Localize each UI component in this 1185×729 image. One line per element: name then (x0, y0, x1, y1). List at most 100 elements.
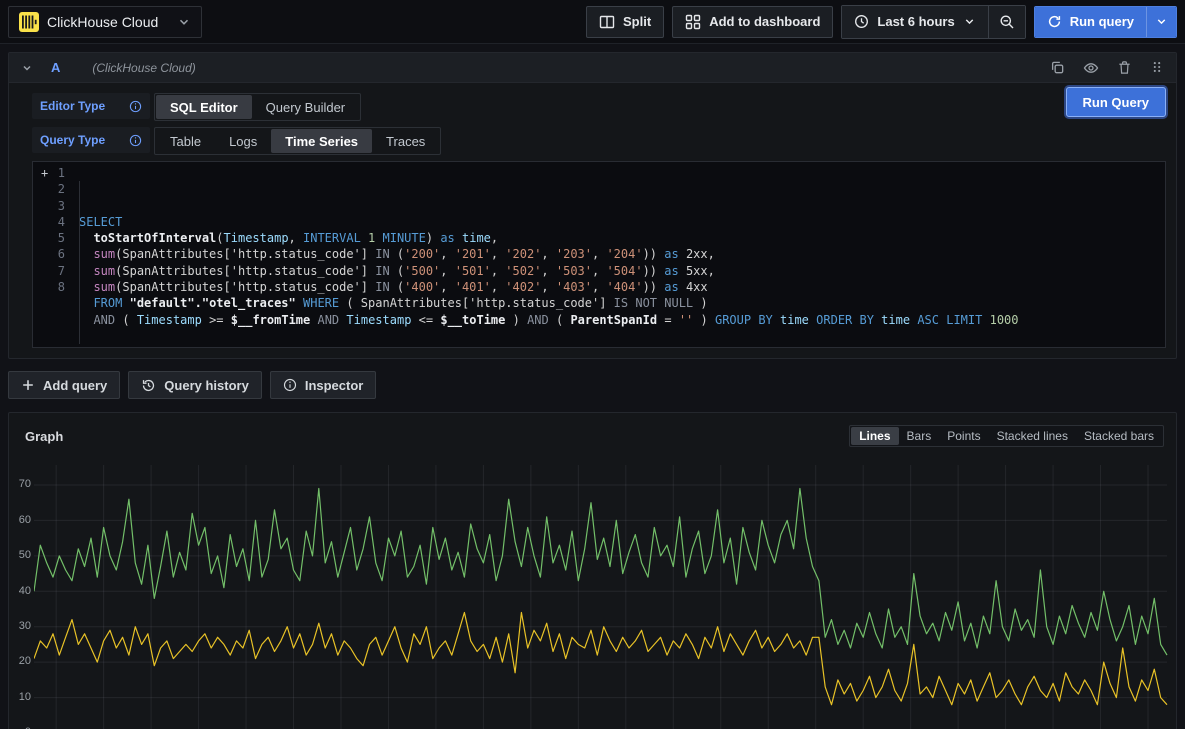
editor-type-label-box: Editor Type (32, 93, 150, 119)
datasource-picker[interactable]: ClickHouse Cloud (8, 6, 202, 38)
add-to-dashboard-label: Add to dashboard (709, 14, 820, 29)
graph-panel: Graph Lines Bars Points Stacked lines St… (8, 412, 1177, 729)
split-label: Split (623, 14, 651, 29)
sql-gutter: +12345678 (33, 165, 79, 344)
code-line[interactable]: sum(SpanAttributes['http.status_code'] I… (79, 246, 1165, 262)
query-ref-id: A (51, 60, 60, 75)
graph-mode-stacked-lines[interactable]: Stacked lines (989, 427, 1076, 445)
y-tick-label: 30 (11, 620, 31, 632)
query-type-label: Query Type (40, 133, 105, 147)
drag-handle-icon[interactable] (1150, 60, 1164, 76)
run-query-panel-button[interactable]: Run Query (1066, 87, 1166, 117)
query-type-label-box: Query Type (32, 127, 150, 153)
line-number: 3 (33, 198, 79, 214)
plus-icon (21, 378, 35, 392)
query-datasource-hint: (ClickHouse Cloud) (92, 61, 195, 75)
datasource-name: ClickHouse Cloud (47, 14, 169, 30)
info-circle-icon[interactable] (129, 100, 142, 113)
top-toolbar: ClickHouse Cloud Split Add to dashboard … (0, 0, 1185, 44)
run-query-options-button[interactable] (1146, 7, 1176, 37)
code-line[interactable]: sum(SpanAttributes['http.status_code'] I… (79, 263, 1165, 279)
timeseries-chart[interactable] (34, 465, 1169, 729)
time-range-button[interactable]: Last 6 hours (842, 6, 987, 38)
hide-query-eye-icon[interactable] (1083, 60, 1099, 76)
query-editor-body: Editor Type SQL Editor Query Builder Que… (9, 83, 1176, 358)
run-query-label: Run query (1070, 14, 1134, 29)
run-query-button[interactable]: Run query (1035, 7, 1146, 37)
editor-type-toggle: SQL Editor Query Builder (154, 93, 361, 121)
y-tick-label: 60 (11, 514, 31, 526)
code-line[interactable]: sum(SpanAttributes['http.status_code'] I… (79, 279, 1165, 295)
clock-icon (854, 14, 869, 29)
y-tick-label: 40 (11, 585, 31, 597)
add-query-button[interactable]: Add query (8, 371, 120, 399)
graph-mode-points[interactable]: Points (939, 427, 988, 445)
info-circle-icon[interactable] (129, 134, 142, 147)
line-number: 7 (33, 263, 79, 279)
editor-type-option-query-builder[interactable]: Query Builder (252, 95, 359, 119)
sql-code-lines[interactable]: SELECT toStartOfInterval(Timestamp, INTE… (79, 165, 1165, 344)
query-type-option-traces[interactable]: Traces (372, 129, 439, 153)
query-editor-panel: A (ClickHouse Cloud) Editor Type (8, 52, 1177, 359)
query-header-actions (1050, 60, 1164, 76)
y-tick-label: 70 (11, 478, 31, 490)
code-line[interactable] (79, 328, 1165, 344)
query-type-option-time-series[interactable]: Time Series (271, 129, 372, 153)
run-query-split-button: Run query (1034, 6, 1177, 38)
sync-icon (1047, 14, 1062, 29)
collapse-chevron-icon[interactable] (21, 62, 33, 74)
split-icon (599, 14, 615, 30)
add-to-dashboard-button[interactable]: Add to dashboard (672, 6, 833, 38)
clickhouse-logo-icon (19, 12, 39, 32)
series-line-2xx (34, 489, 1167, 656)
inspector-label: Inspector (305, 378, 364, 393)
chevron-down-icon (177, 15, 191, 29)
graph-panel-title: Graph (25, 429, 63, 444)
query-type-option-table[interactable]: Table (156, 129, 215, 153)
inspector-button[interactable]: Inspector (270, 371, 377, 399)
graph-panel-header: Graph Lines Bars Points Stacked lines St… (9, 413, 1176, 447)
time-picker-group: Last 6 hours (841, 5, 1025, 39)
editor-type-option-sql-editor[interactable]: SQL Editor (156, 95, 252, 119)
expand-plus-icon[interactable]: + (41, 165, 48, 181)
query-row-header[interactable]: A (ClickHouse Cloud) (9, 53, 1176, 83)
query-type-row: Query Type Table Logs Time Series Traces (32, 127, 1166, 155)
y-tick-label: 10 (11, 691, 31, 703)
add-query-label: Add query (43, 378, 107, 393)
code-line[interactable]: SELECT (79, 214, 1165, 230)
zoom-out-time-button[interactable] (988, 6, 1025, 38)
y-tick-label: 50 (11, 549, 31, 561)
split-button[interactable]: Split (586, 6, 664, 38)
graph-mode-toggle: Lines Bars Points Stacked lines Stacked … (849, 425, 1164, 447)
time-range-label: Last 6 hours (877, 14, 954, 29)
line-number: +1 (33, 165, 79, 181)
query-type-toggle: Table Logs Time Series Traces (154, 127, 441, 155)
line-number: 5 (33, 230, 79, 246)
code-line[interactable]: AND ( Timestamp >= $__fromTime AND Times… (79, 312, 1165, 328)
sql-code-editor[interactable]: +12345678 SELECT toStartOfInterval(Times… (32, 161, 1166, 348)
chevron-down-icon (1155, 15, 1168, 28)
chevron-down-icon (963, 15, 976, 28)
code-line[interactable]: FROM "default"."otel_traces" WHERE ( Spa… (79, 295, 1165, 311)
line-number: 6 (33, 246, 79, 262)
code-line[interactable]: toStartOfInterval(Timestamp, INTERVAL 1 … (79, 230, 1165, 246)
editor-type-row: Editor Type SQL Editor Query Builder (32, 93, 1166, 121)
query-history-label: Query history (164, 378, 249, 393)
y-tick-label: 20 (11, 655, 31, 667)
duplicate-query-icon[interactable] (1050, 60, 1065, 76)
delete-query-trash-icon[interactable] (1117, 60, 1132, 76)
line-number: 8 (33, 279, 79, 295)
query-type-option-logs[interactable]: Logs (215, 129, 271, 153)
graph-mode-stacked-bars[interactable]: Stacked bars (1076, 427, 1162, 445)
history-icon (141, 378, 156, 393)
explore-actions-row: Add query Query history Inspector (8, 371, 1177, 399)
graph-mode-bars[interactable]: Bars (899, 427, 940, 445)
editor-type-label: Editor Type (40, 99, 105, 113)
line-number: 2 (33, 181, 79, 197)
apps-grid-icon (685, 14, 701, 30)
graph-mode-lines[interactable]: Lines (851, 427, 898, 445)
line-number: 4 (33, 214, 79, 230)
query-history-button[interactable]: Query history (128, 371, 262, 399)
indent-guide (79, 181, 80, 344)
zoom-out-icon (999, 14, 1015, 30)
